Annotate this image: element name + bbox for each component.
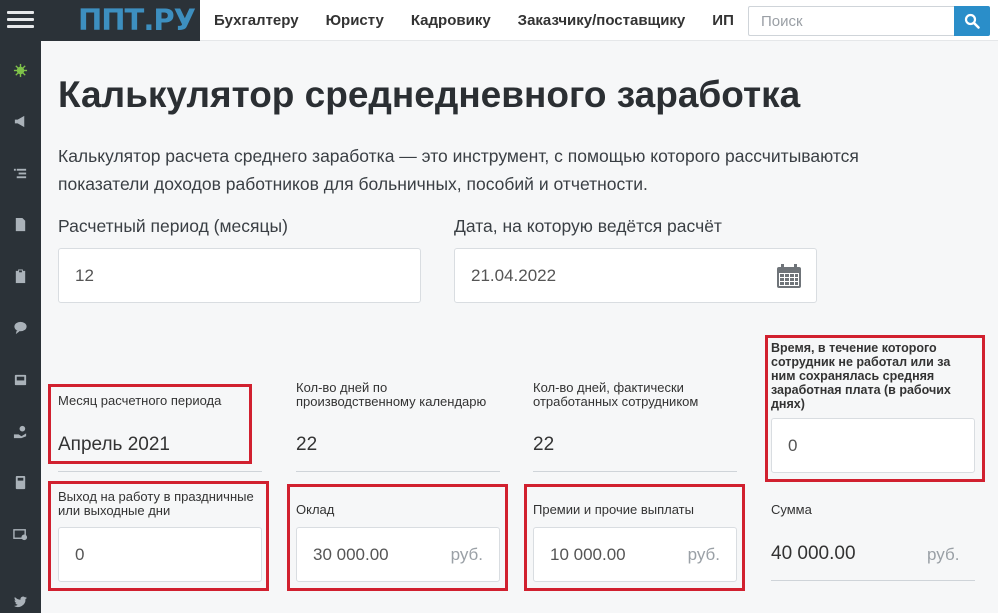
nav-item-accountant[interactable]: Бухгалтеру bbox=[214, 12, 299, 29]
worked-days-value: 22 bbox=[533, 434, 555, 455]
sum-label: Сумма bbox=[771, 502, 812, 517]
search-icon bbox=[964, 13, 980, 29]
highlight-month bbox=[48, 384, 252, 464]
highlight-bonus bbox=[524, 484, 745, 591]
menu-icon[interactable] bbox=[0, 0, 41, 41]
calendar-icon[interactable] bbox=[776, 263, 802, 289]
currency-label: руб. bbox=[927, 545, 960, 564]
top-bar: ППТ.РУ Бухгалтеру Юристу Кадровику Заказ… bbox=[41, 0, 998, 41]
nav-item-customer-supplier[interactable]: Заказчику/поставщику bbox=[518, 12, 686, 29]
megaphone-icon[interactable] bbox=[0, 108, 41, 134]
calendar-days-label: Кол-во дней по производственному календа… bbox=[296, 380, 487, 409]
inbox-icon[interactable] bbox=[0, 366, 41, 392]
search-button[interactable] bbox=[954, 6, 990, 36]
date-input[interactable]: 21.04.2022 bbox=[454, 248, 817, 303]
divider bbox=[533, 471, 737, 472]
sum-value: 40 000.00 bbox=[771, 543, 856, 564]
page-description: Калькулятор расчета среднего заработка —… bbox=[58, 146, 859, 194]
page-title: Калькулятор среднедневного заработка bbox=[58, 74, 801, 115]
divider bbox=[58, 471, 262, 472]
date-label: Дата, на которую ведётся расчёт bbox=[454, 216, 722, 236]
document-icon[interactable] bbox=[0, 211, 41, 237]
divider bbox=[771, 580, 975, 581]
chat-icon[interactable] bbox=[0, 314, 41, 340]
period-label: Расчетный период (месяцы) bbox=[58, 216, 288, 236]
nav-item-lawyer[interactable]: Юристу bbox=[326, 12, 384, 29]
period-value: 12 bbox=[75, 265, 94, 285]
sidebar bbox=[0, 0, 41, 613]
logo[interactable]: ППТ.РУ bbox=[78, 3, 196, 37]
highlight-absence bbox=[765, 335, 985, 482]
worked-days-label: Кол-во дней, фактически отработанных сот… bbox=[533, 380, 699, 409]
certificate-icon[interactable] bbox=[0, 521, 41, 547]
nav-item-entrepreneur[interactable]: ИП bbox=[712, 12, 734, 29]
highlight-salary bbox=[287, 484, 508, 591]
nav-item-hr[interactable]: Кадровику bbox=[411, 12, 491, 29]
period-input[interactable]: 12 bbox=[58, 248, 421, 303]
search-input[interactable] bbox=[748, 6, 955, 36]
twitter-icon[interactable] bbox=[0, 588, 41, 613]
clipboard-icon[interactable] bbox=[0, 263, 41, 289]
divider bbox=[296, 471, 500, 472]
logo-area: ППТ.РУ bbox=[41, 0, 200, 41]
virus-icon[interactable] bbox=[0, 57, 41, 83]
list-icon[interactable] bbox=[0, 160, 41, 186]
highlight-holiday bbox=[48, 481, 269, 591]
calculator-icon[interactable] bbox=[0, 469, 41, 495]
hand-coin-icon[interactable] bbox=[0, 418, 41, 444]
date-value: 21.04.2022 bbox=[471, 265, 557, 285]
main-nav: Бухгалтеру Юристу Кадровику Заказчику/по… bbox=[214, 0, 761, 41]
calendar-days-value: 22 bbox=[296, 434, 318, 455]
